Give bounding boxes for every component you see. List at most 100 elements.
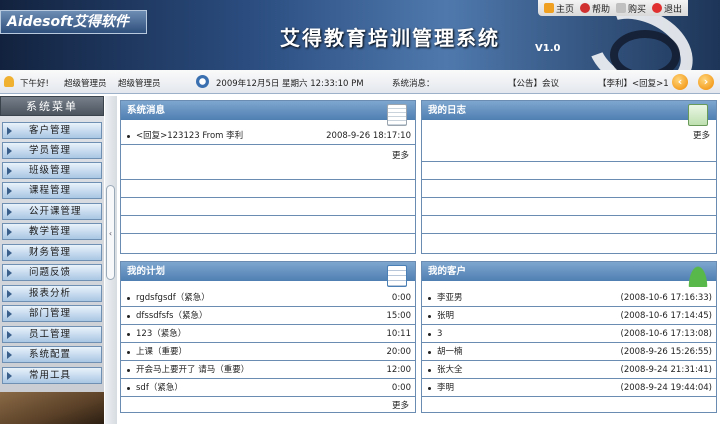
plans-more-link[interactable]: 更多 (392, 399, 409, 411)
list-item[interactable]: 李亚男 (2008-10-6 17:16:33) (422, 290, 716, 307)
nav-home-label: 主页 (556, 4, 575, 15)
customer-time: (2008-10-6 17:14:45) (620, 311, 713, 321)
bullet-icon (428, 369, 431, 372)
menu-item-label: 员工管理 (29, 329, 72, 340)
nav-buy-link[interactable]: 购买 (616, 2, 646, 15)
prev-message-button[interactable]: ‹ (672, 74, 688, 90)
menu-item-classes[interactable]: 班级管理 (2, 162, 102, 179)
list-item[interactable]: 123（紧急） 10:11 (121, 326, 415, 343)
menu-item-teaching[interactable]: 教学管理 (2, 223, 102, 240)
menu-item-label: 学员管理 (29, 145, 72, 156)
menu-arrow-icon (7, 187, 12, 195)
customer-name: 张大全 (437, 365, 463, 375)
menu-item-finance[interactable]: 财务管理 (2, 244, 102, 261)
notice-link[interactable]: 【公告】会议 (508, 77, 559, 89)
user-role: 超级管理员 (64, 79, 107, 89)
menu-item-label: 教学管理 (29, 226, 72, 237)
list-item[interactable]: rgdsfgsdf（紧急） 0:00 (121, 290, 415, 307)
menu-item-departments[interactable]: 部门管理 (2, 305, 102, 322)
menu-arrow-icon (7, 167, 12, 175)
message-time: 2008-9-26 18:17:10 (326, 131, 411, 141)
system-message-label: 系统消息： (392, 79, 435, 89)
nav-exit-link[interactable]: 退出 (652, 2, 682, 15)
top-nav: 主页 帮助 购买 退出 (538, 0, 689, 16)
menu-item-label: 客户管理 (29, 125, 72, 136)
sidebar-decoration-image (0, 392, 104, 424)
note-icon (387, 104, 407, 126)
plan-text: sdf（紧急） (136, 383, 183, 393)
menu-item-open-courses[interactable]: 公开课管理 (2, 203, 102, 220)
menu-item-employees[interactable]: 员工管理 (2, 326, 102, 343)
list-item[interactable]: dfssdfsfs（紧急） 15:00 (121, 308, 415, 325)
diary-panel-title: 我的日志 (428, 105, 467, 116)
bullet-icon (127, 387, 130, 390)
list-item[interactable]: sdf（紧急） 0:00 (121, 380, 415, 397)
bullet-icon (428, 297, 431, 300)
menu-arrow-icon (7, 290, 12, 298)
customers-panel-header: 我的客户 (422, 262, 716, 287)
plan-time: 0:00 (391, 383, 411, 393)
plan-time: 20:00 (386, 347, 412, 357)
cart-icon (616, 3, 627, 13)
list-item[interactable]: 开会马上要开了 请马（重要） 12:00 (121, 362, 415, 379)
next-message-button[interactable]: › (698, 74, 714, 90)
menu-item-students[interactable]: 学员管理 (2, 142, 102, 159)
empty-row (422, 217, 716, 234)
list-item[interactable]: 张明 (2008-10-6 17:14:45) (422, 308, 716, 325)
list-item[interactable]: 3 (2008-10-6 17:13:08) (422, 326, 716, 343)
customers-panel: 我的客户 李亚男 (2008-10-6 17:16:33) 张明 (2008-10-… (421, 261, 717, 413)
menu-item-feedback[interactable]: 问题反馈 (2, 264, 102, 281)
exit-icon (652, 3, 663, 13)
reply-link[interactable]: 【李利】<回复>1 (598, 77, 669, 89)
list-item[interactable]: 上课（重要） 20:00 (121, 344, 415, 361)
plan-time: 12:00 (386, 365, 412, 375)
bullet-icon (428, 351, 431, 354)
menu-item-label: 问题反馈 (29, 267, 72, 278)
menu-item-courses[interactable]: 课程管理 (2, 182, 102, 199)
version-label: V1.0 (535, 43, 561, 54)
menu-item-reports[interactable]: 报表分析 (2, 285, 102, 302)
customer-time: (2008-9-26 15:26:55) (620, 347, 713, 357)
menu-arrow-icon (7, 208, 12, 216)
plan-time: 10:11 (386, 329, 412, 339)
diary-panel: 我的日志 更多 (421, 100, 717, 254)
collapse-sidebar-handle[interactable]: ‹ (106, 185, 115, 280)
empty-row (121, 163, 415, 180)
menu-item-label: 课程管理 (29, 185, 72, 196)
menu-item-label: 班级管理 (29, 165, 72, 176)
empty-row (121, 235, 415, 252)
list-item[interactable]: 张大全 (2008-9-24 21:31:41) (422, 362, 716, 379)
menu-arrow-icon (7, 269, 12, 277)
customer-time: (2008-10-6 17:13:08) (620, 329, 713, 339)
empty-row (121, 217, 415, 234)
help-icon (580, 3, 591, 13)
nav-home-link[interactable]: 主页 (544, 2, 574, 15)
home-icon (544, 3, 554, 13)
plans-panel-title: 我的计划 (127, 266, 166, 277)
customer-time: (2008-9-24 21:31:41) (620, 365, 713, 375)
user-icon (4, 76, 14, 87)
user-name: 超级管理员 (118, 79, 161, 89)
empty-row (422, 145, 716, 162)
empty-row (121, 181, 415, 198)
menu-item-customers[interactable]: 客户管理 (2, 122, 102, 139)
menu-item-tools[interactable]: 常用工具 (2, 367, 102, 384)
plan-text: 上课（重要） (136, 347, 188, 357)
messages-more-link[interactable]: 更多 (392, 149, 409, 161)
list-item[interactable]: <回复>123123 From 李利 2008-9-26 18:17:10 (121, 128, 415, 145)
customer-time: (2008-10-6 17:16:33) (620, 293, 713, 303)
plan-text: rgdsfgsdf（紧急） (136, 293, 210, 303)
nav-buy-label: 购买 (628, 4, 647, 15)
diary-icon (688, 104, 708, 126)
diary-more-link[interactable]: 更多 (693, 129, 710, 141)
list-item[interactable]: 李明 (2008-9-24 19:44:04) (422, 380, 716, 397)
menu-arrow-icon (7, 372, 12, 380)
nav-help-link[interactable]: 帮助 (580, 2, 610, 15)
menu-item-settings[interactable]: 系统配置 (2, 346, 102, 363)
bullet-icon (127, 369, 130, 372)
menu-arrow-icon (7, 127, 12, 135)
menu-item-label: 常用工具 (29, 370, 72, 381)
bullet-icon (127, 351, 130, 354)
bullet-icon (127, 297, 130, 300)
list-item[interactable]: 胡一楠 (2008-9-26 15:26:55) (422, 344, 716, 361)
